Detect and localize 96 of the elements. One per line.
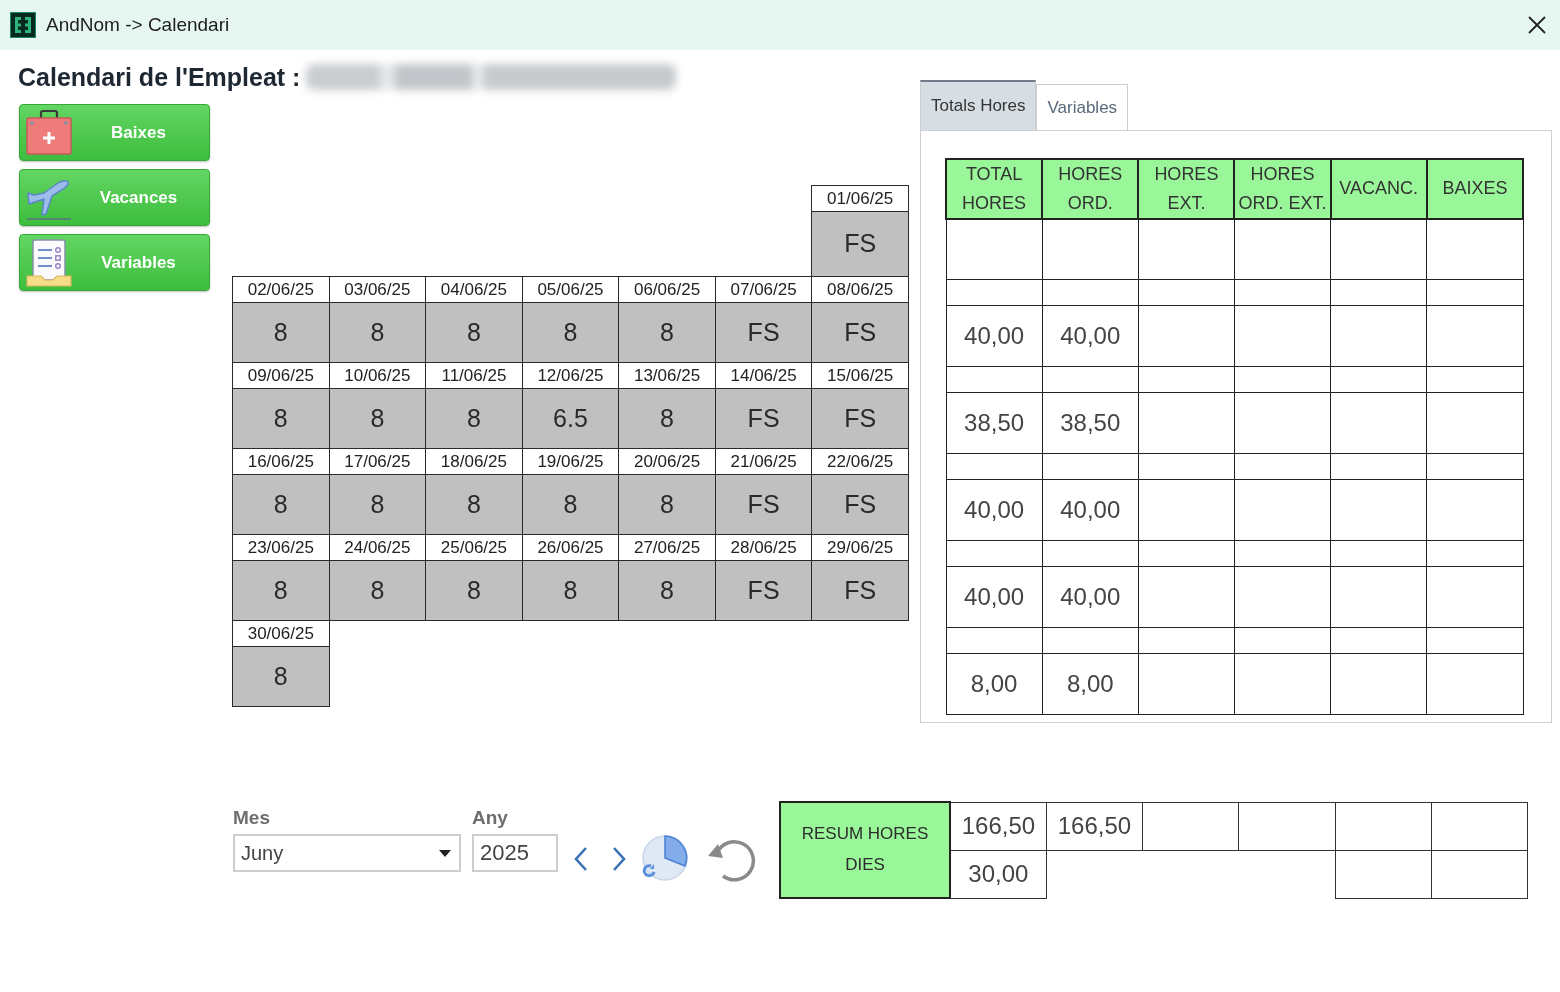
chevron-left-icon[interactable] (572, 845, 590, 873)
date-cell: 24/06/25 (329, 534, 426, 561)
date-cell: 04/06/25 (425, 276, 523, 303)
day-hours-cell[interactable]: FS (811, 474, 909, 535)
date-cell: 06/06/25 (618, 276, 716, 303)
summary-cell: 166,50 (950, 802, 1047, 850)
date-cell: 16/06/25 (232, 448, 330, 475)
day-hours-cell[interactable]: 8 (232, 646, 330, 707)
day-hours-cell[interactable]: 8 (232, 474, 330, 535)
column-header: HORES EXT. (1138, 159, 1235, 219)
day-hours-cell[interactable]: FS (811, 302, 909, 363)
day-hours-cell[interactable]: 8 (425, 474, 523, 535)
table-cell: 38,50 (946, 392, 1043, 454)
summary-label: RESUM HORES DIES (780, 802, 950, 898)
day-hours-cell[interactable]: 8 (522, 302, 619, 363)
table-cell: 8,00 (1042, 653, 1139, 715)
date-cell: 13/06/25 (618, 362, 716, 389)
day-hours-cell[interactable]: FS (811, 211, 909, 277)
table-cell: 40,00 (1042, 566, 1139, 628)
day-hours-cell[interactable]: 8 (329, 302, 426, 363)
date-cell: 26/06/25 (522, 534, 619, 561)
day-hours-cell[interactable]: FS (715, 474, 812, 535)
date-cell: 02/06/25 (232, 276, 330, 303)
column-header: TOTAL HORES (946, 159, 1043, 219)
year-field[interactable]: 2025 (472, 834, 558, 872)
date-cell: 23/06/25 (232, 534, 330, 561)
date-cell: 03/06/25 (329, 276, 426, 303)
date-cell: 19/06/25 (522, 448, 619, 475)
date-cell: 12/06/25 (522, 362, 619, 389)
date-cell: 30/06/25 (232, 620, 330, 647)
day-hours-cell[interactable]: 8 (232, 388, 330, 449)
day-hours-cell[interactable]: FS (715, 560, 812, 621)
day-hours-cell[interactable]: 8 (425, 560, 523, 621)
tab[interactable]: Variables (1036, 84, 1129, 130)
day-hours-cell[interactable]: 8 (522, 560, 619, 621)
date-cell: 10/06/25 (329, 362, 426, 389)
table-cell: 40,00 (1042, 305, 1139, 367)
column-header: BAIXES (1426, 159, 1523, 219)
date-cell: 27/06/25 (618, 534, 716, 561)
app-logo-icon (10, 12, 36, 38)
table-cell: 40,00 (946, 479, 1043, 541)
day-hours-cell[interactable]: 8 (618, 560, 716, 621)
date-cell: 14/06/25 (715, 362, 812, 389)
date-cell: 08/06/25 (811, 276, 909, 303)
table-cell: 40,00 (946, 305, 1043, 367)
day-hours-cell[interactable]: 8 (618, 388, 716, 449)
day-hours-cell[interactable]: 8 (618, 302, 716, 363)
date-cell: 17/06/25 (329, 448, 426, 475)
date-cell: 09/06/25 (232, 362, 330, 389)
year-label: Any (472, 806, 509, 830)
date-cell: 25/06/25 (425, 534, 523, 561)
date-cell: 15/06/25 (811, 362, 909, 389)
day-hours-cell[interactable]: 8 (522, 474, 619, 535)
column-header: HORES ORD. EXT. (1234, 159, 1331, 219)
day-hours-cell[interactable]: FS (811, 560, 909, 621)
column-header: HORES ORD. (1042, 159, 1139, 219)
caret-icon (439, 849, 451, 857)
day-hours-cell[interactable]: 8 (329, 388, 426, 449)
checklist-icon (24, 237, 74, 288)
column-header: VACANC. (1330, 159, 1427, 219)
day-hours-cell[interactable]: 8 (329, 560, 426, 621)
day-hours-cell[interactable]: FS (715, 302, 812, 363)
date-cell: 05/06/25 (522, 276, 619, 303)
date-cell: 18/06/25 (425, 448, 523, 475)
day-hours-cell[interactable]: 6.5 (522, 388, 619, 449)
day-hours-cell[interactable]: FS (715, 388, 812, 449)
date-cell: 28/06/25 (715, 534, 812, 561)
date-cell: 01/06/25 (811, 185, 909, 212)
summary-cell: 166,50 (1046, 802, 1143, 850)
page-heading: Calendari de l'Empleat : (18, 62, 301, 92)
pie-chart-refresh-icon[interactable] (640, 834, 690, 884)
close-icon[interactable] (1528, 16, 1546, 34)
day-hours-cell[interactable]: FS (811, 388, 909, 449)
date-cell: 29/06/25 (811, 534, 909, 561)
day-hours-cell[interactable]: 8 (232, 560, 330, 621)
summary-cell: 30,00 (950, 850, 1047, 898)
date-cell: 22/06/25 (811, 448, 909, 475)
date-cell: 21/06/25 (715, 448, 812, 475)
month-label: Mes (233, 806, 271, 830)
table-cell: 38,50 (1042, 392, 1139, 454)
tab[interactable]: Totals Hores (920, 80, 1037, 130)
chevron-right-icon[interactable] (610, 845, 628, 873)
window-title: AndNom -> Calendari (46, 12, 230, 37)
day-hours-cell[interactable]: 8 (425, 302, 523, 363)
day-hours-cell[interactable]: 8 (425, 388, 523, 449)
date-cell: 20/06/25 (618, 448, 716, 475)
date-cell: 11/06/25 (425, 362, 523, 389)
month-select[interactable]: Juny (233, 834, 461, 872)
table-cell: 40,00 (1042, 479, 1139, 541)
date-cell: 07/06/25 (715, 276, 812, 303)
day-hours-cell[interactable]: 8 (618, 474, 716, 535)
first-aid-kit-icon (24, 107, 74, 158)
table-cell: 8,00 (946, 653, 1043, 715)
day-hours-cell[interactable]: 8 (329, 474, 426, 535)
table-cell: 40,00 (946, 566, 1043, 628)
day-hours-cell[interactable]: 8 (232, 302, 330, 363)
